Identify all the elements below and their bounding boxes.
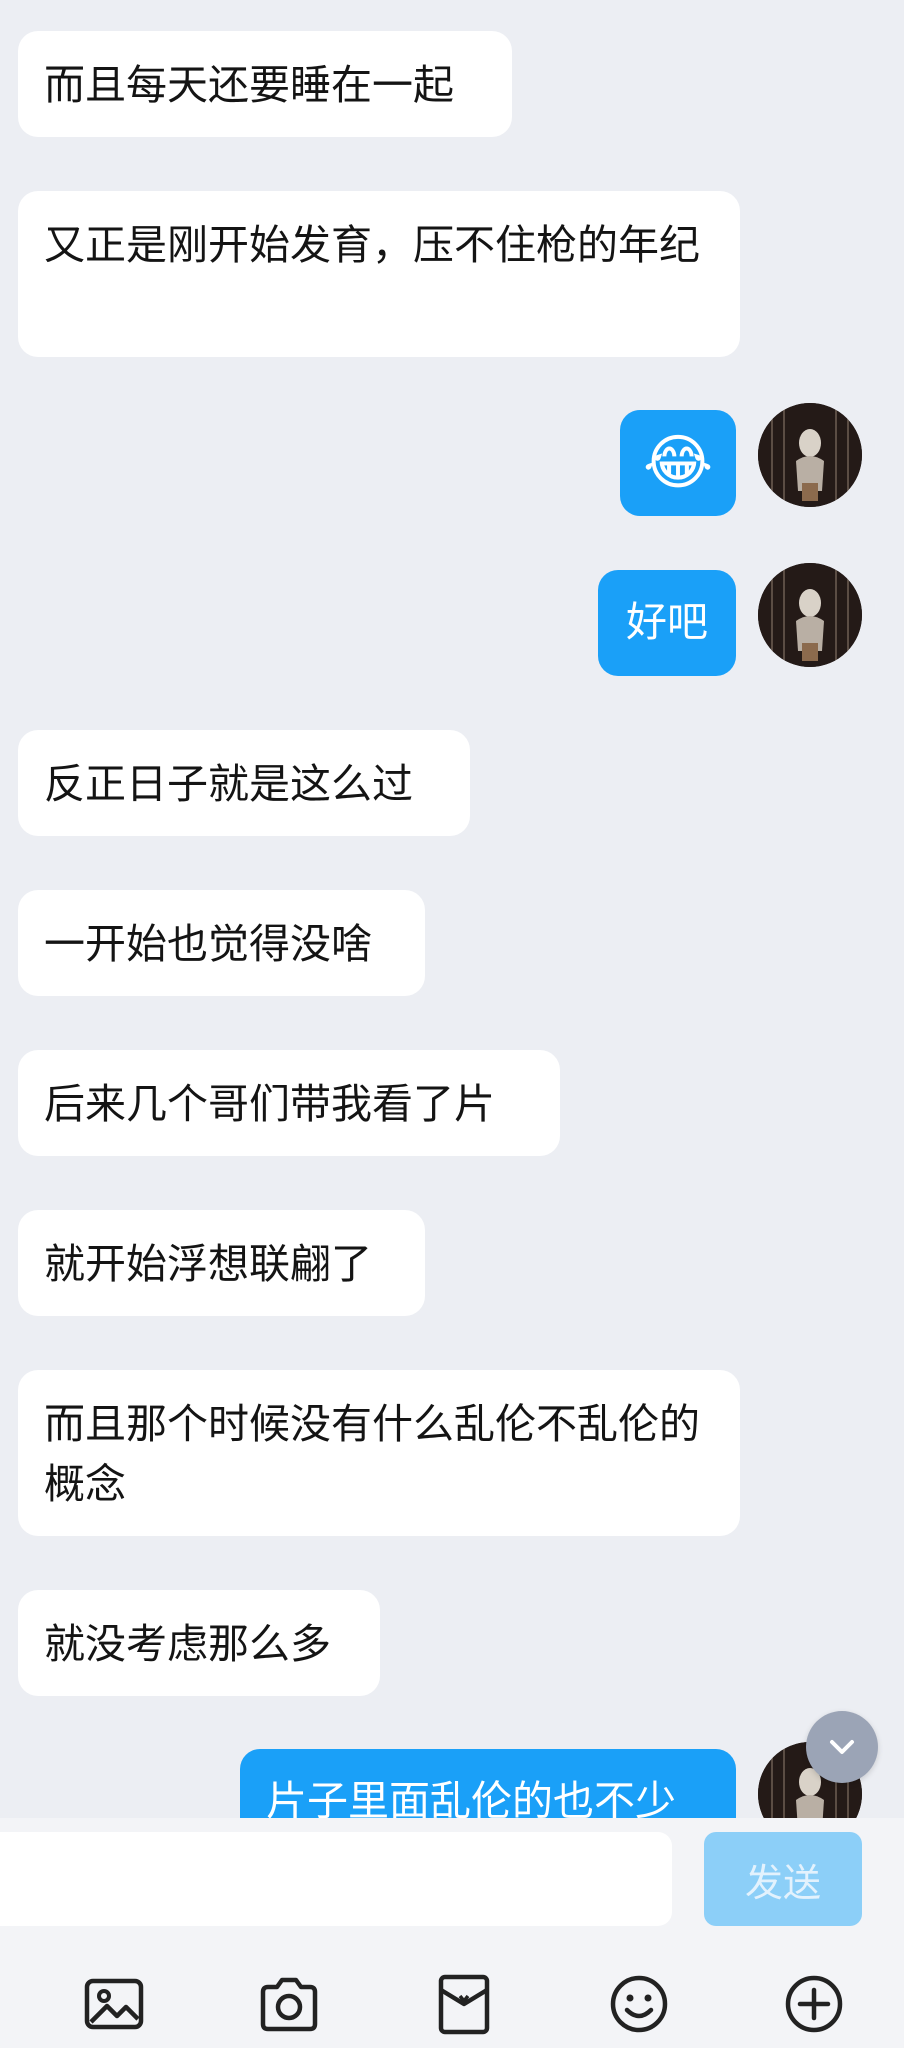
- message-bubble-incoming[interactable]: 就没考虑那么多: [18, 1590, 380, 1696]
- camera-icon: [260, 1977, 318, 2032]
- red-packet-icon: [438, 1974, 490, 2035]
- avatar-image: [758, 403, 862, 507]
- message-bubble-incoming[interactable]: 后来几个哥们带我看了片: [18, 1050, 560, 1156]
- chevron-down-icon: [830, 1740, 854, 1754]
- user-avatar[interactable]: [758, 563, 862, 667]
- message-bubble-outgoing-emoji[interactable]: 😂: [620, 410, 736, 516]
- user-avatar[interactable]: [758, 403, 862, 507]
- message-bubble-incoming[interactable]: 反正日子就是这么过: [18, 730, 470, 836]
- message-bubble-incoming[interactable]: 一开始也觉得没啥: [18, 890, 425, 996]
- message-input[interactable]: [0, 1832, 672, 1926]
- message-bubble-outgoing[interactable]: 片子里面乱伦的也不少: [240, 1749, 736, 1818]
- avatar-image: [758, 563, 862, 667]
- message-bubble-incoming[interactable]: 而且那个时候没有什么乱伦不乱伦的概念: [18, 1370, 740, 1536]
- message-bubble-outgoing[interactable]: 好吧: [598, 570, 736, 676]
- message-bubble-incoming[interactable]: 又正是刚开始发育，压不住枪的年纪: [18, 191, 740, 357]
- plus-button[interactable]: [778, 1968, 850, 2040]
- plus-icon: [785, 1975, 843, 2033]
- message-bubble-incoming[interactable]: 而且每天还要睡在一起: [18, 31, 512, 137]
- image-button[interactable]: [78, 1968, 150, 2040]
- chat-message-list[interactable]: 而且每天还要睡在一起 又正是刚开始发育，压不住枪的年纪 😂 好吧 反正日子就是这…: [0, 0, 904, 1818]
- message-bubble-incoming[interactable]: 就开始浮想联翩了: [18, 1210, 425, 1316]
- composer-toolbar: [0, 1968, 904, 2048]
- image-icon: [84, 1978, 144, 2030]
- red-packet-button[interactable]: [428, 1968, 500, 2040]
- emoji-icon: [610, 1975, 668, 2033]
- tears-of-joy-emoji: 😂: [642, 428, 714, 498]
- emoji-button[interactable]: [603, 1968, 675, 2040]
- message-composer: 发送: [0, 1818, 904, 2048]
- scroll-to-bottom-button[interactable]: [806, 1711, 878, 1783]
- send-button[interactable]: 发送: [704, 1832, 862, 1926]
- camera-button[interactable]: [253, 1968, 325, 2040]
